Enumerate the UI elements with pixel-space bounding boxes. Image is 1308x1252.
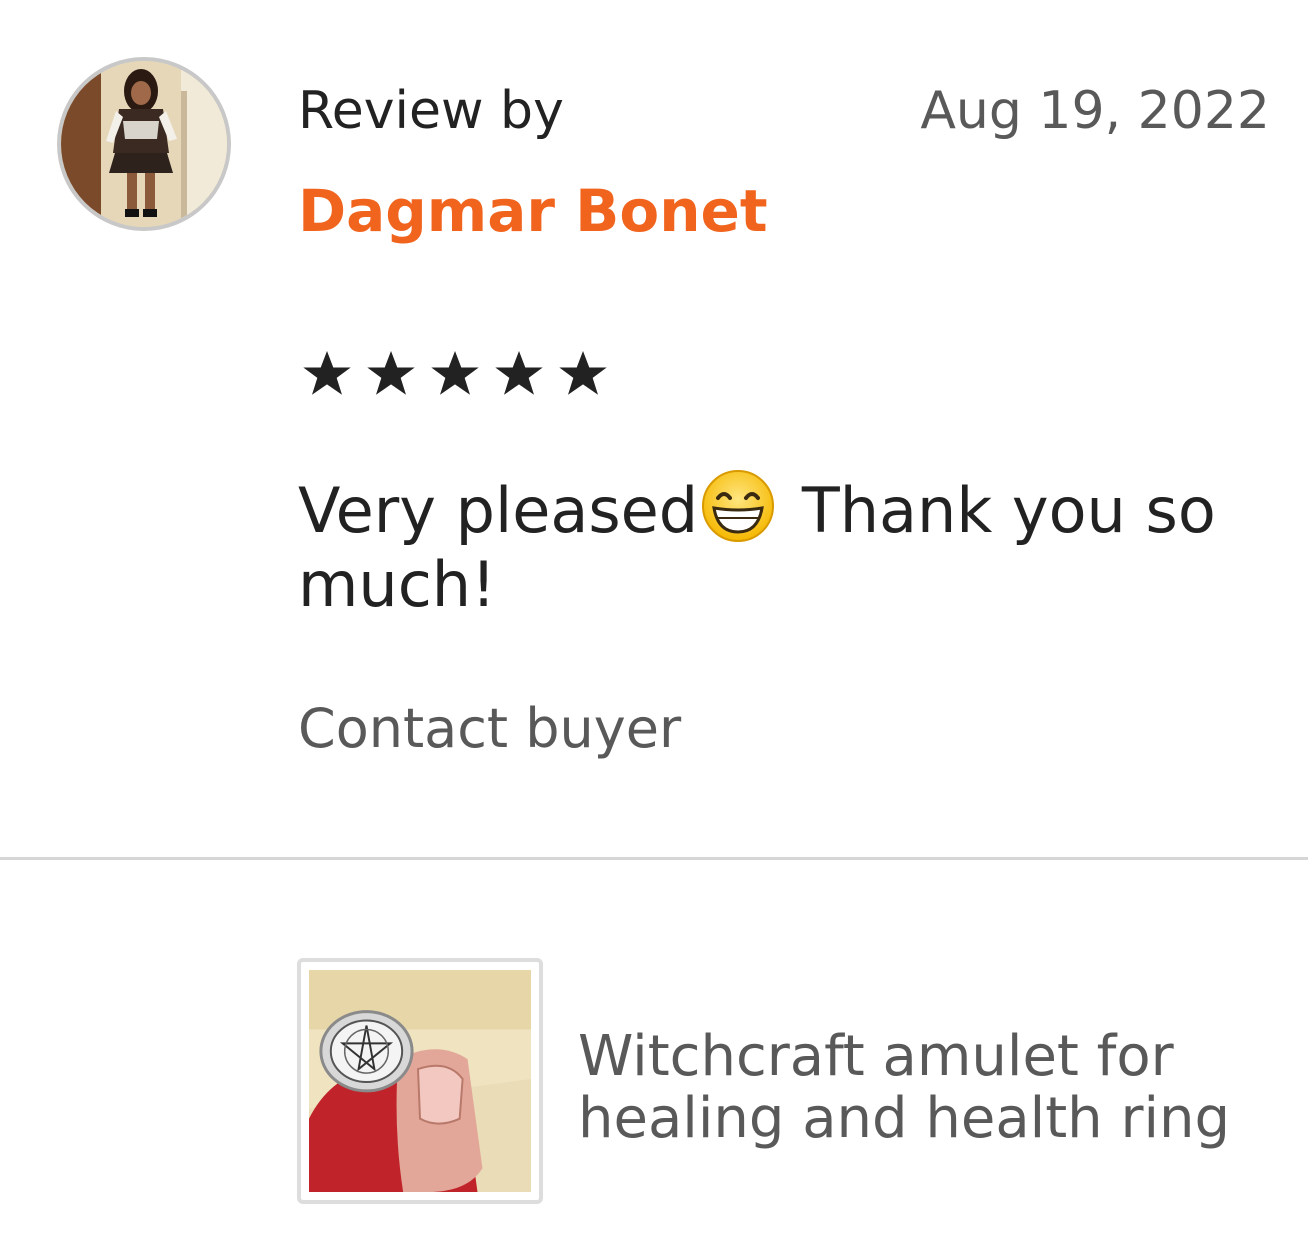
review-by-label: Review by — [298, 81, 564, 141]
grinning-face-icon — [702, 470, 775, 542]
section-divider — [0, 857, 1308, 860]
reviewer-name-link[interactable]: Dagmar Bonet — [298, 176, 768, 246]
review-text: Very pleased Thank you so much! — [298, 468, 1258, 622]
product-title-link[interactable]: Witchcraft amulet for healing and health… — [578, 1026, 1278, 1150]
reviewer-avatar-image — [61, 61, 227, 227]
review-text-part-1: Very pleased — [298, 474, 699, 547]
product-image — [309, 970, 531, 1192]
star-icon — [303, 351, 351, 395]
contact-buyer-link[interactable]: Contact buyer — [298, 696, 681, 762]
star-rating — [298, 345, 612, 403]
product-thumbnail[interactable] — [297, 958, 543, 1204]
star-icon — [559, 351, 607, 395]
star-icon — [431, 351, 479, 395]
review-date: Aug 19, 2022 — [920, 81, 1270, 141]
star-icon — [367, 351, 415, 395]
reviewer-avatar[interactable] — [57, 57, 231, 231]
star-icon — [495, 351, 543, 395]
